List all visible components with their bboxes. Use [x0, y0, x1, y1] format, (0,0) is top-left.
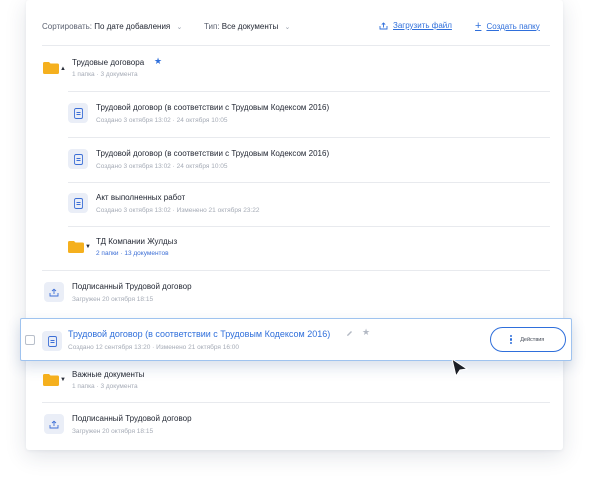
list-item[interactable]: Акт выполненных работ Создано 3 октября …: [68, 190, 550, 220]
more-vertical-icon: [510, 334, 513, 345]
item-title: Подписанный Трудовой договор: [72, 282, 192, 291]
divider: [42, 402, 550, 403]
folder-icon: [43, 374, 59, 386]
item-meta: Создано 12 сентября 13:20 · Изменено 21 …: [68, 344, 239, 351]
selected-list-item[interactable]: Трудовой договор (в соответствии с Трудо…: [20, 318, 572, 361]
item-title: Важные документы: [72, 370, 145, 379]
star-icon[interactable]: ★: [362, 327, 370, 338]
collapse-arrow-icon[interactable]: ▲: [60, 66, 66, 72]
item-title: Акт выполненных работ: [96, 193, 186, 202]
select-checkbox[interactable]: [25, 335, 35, 345]
divider: [42, 45, 550, 46]
document-icon: [68, 149, 88, 169]
item-title: Подписанный Трудовой договор: [72, 414, 192, 423]
type-value: Все документы: [221, 22, 279, 31]
divider: [68, 182, 550, 183]
folder-icon: [68, 241, 84, 253]
item-meta: 1 папка · 3 документа: [72, 71, 138, 78]
type-label: Тип:: [204, 22, 220, 31]
sort-dropdown[interactable]: Сортировать: По дате добавления ⌄: [42, 22, 182, 31]
divider: [42, 270, 550, 271]
folder-icon: [43, 62, 59, 74]
list-item[interactable]: ▼ Важные документы 1 папка · 3 документа: [42, 366, 550, 396]
list-item[interactable]: Подписанный Трудовой договор Загружен 20…: [44, 279, 550, 309]
toolbar: Сортировать: По дате добавления ⌄ Тип: В…: [42, 19, 562, 35]
chevron-down-icon: ⌄: [176, 24, 183, 31]
upload-file-button[interactable]: Загрузить файл: [379, 21, 452, 30]
actions-button[interactable]: Действия: [490, 327, 566, 352]
item-title[interactable]: Трудовой договор (в соответствии с Трудо…: [68, 329, 330, 339]
item-title: ТД Компании Жулдыз: [96, 237, 178, 246]
actions-label: Действия: [520, 336, 545, 343]
item-title: Трудовой договор (в соответствии с Трудо…: [96, 149, 330, 158]
document-icon: [42, 331, 62, 351]
expand-arrow-icon[interactable]: ▼: [85, 244, 91, 250]
document-icon: [68, 193, 88, 213]
plus-icon: +: [475, 20, 482, 32]
document-icon: [68, 103, 88, 123]
list-item[interactable]: Трудовой договор (в соответствии с Трудо…: [68, 100, 550, 130]
upload-file-label: Загрузить файл: [393, 21, 452, 30]
list-item[interactable]: ▼ ТД Компании Жулдыз 2 папки · 13 докуме…: [68, 234, 550, 264]
pencil-icon[interactable]: [346, 330, 353, 337]
upload-icon: [44, 414, 64, 434]
list-item[interactable]: Трудовой договор (в соответствии с Трудо…: [68, 146, 550, 176]
create-folder-label: Создать папку: [486, 21, 540, 31]
sort-value: По дате добавления: [94, 22, 171, 31]
item-title: Трудовые договора: [72, 58, 145, 67]
item-meta: 2 папки · 13 документов: [96, 250, 169, 257]
item-meta: Создано 3 октября 13:02 · Изменено 21 ок…: [96, 207, 260, 214]
divider: [68, 137, 550, 138]
item-meta: 1 папка · 3 документа: [72, 383, 138, 390]
item-meta: Загружен 20 октября 18:15: [72, 296, 154, 303]
divider: [68, 226, 550, 227]
sort-label: Сортировать:: [42, 22, 93, 31]
divider: [68, 91, 550, 92]
list-item[interactable]: Подписанный Трудовой договор Загружен 20…: [44, 411, 550, 441]
list-item[interactable]: ▲ Трудовые договора ★ 1 папка · 3 докуме…: [42, 54, 550, 88]
item-meta: Создано 3 октября 13:02 · 24 октября 10:…: [96, 117, 228, 124]
item-meta: Создано 3 октября 13:02 · 24 октября 10:…: [96, 163, 228, 170]
upload-icon: [44, 282, 64, 302]
item-title: Трудовой договор (в соответствии с Трудо…: [96, 103, 330, 112]
cursor-arrow-icon: [451, 358, 469, 378]
star-icon[interactable]: ★: [154, 56, 162, 67]
item-meta: Загружен 20 октября 18:15: [72, 428, 154, 435]
upload-icon: [379, 21, 388, 29]
expand-arrow-icon[interactable]: ▼: [60, 377, 66, 383]
chevron-down-icon: ⌄: [284, 24, 291, 31]
create-folder-button[interactable]: + Создать папку: [475, 20, 540, 32]
type-dropdown[interactable]: Тип: Все документы ⌄: [204, 22, 290, 31]
